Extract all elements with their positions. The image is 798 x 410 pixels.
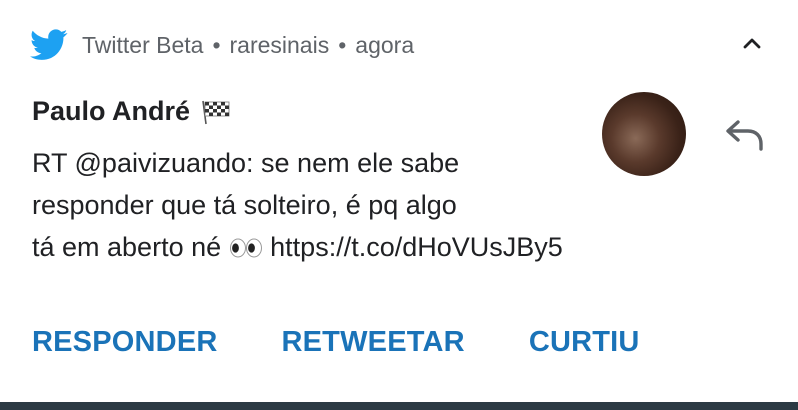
- tweet-link[interactable]: https://t.co/dHoVUsJBy5: [270, 232, 563, 262]
- header-separator: •: [338, 31, 347, 58]
- bottom-divider: [0, 402, 798, 410]
- timestamp: agora: [355, 31, 415, 58]
- action-bar: RESPONDER RETWEETAR CURTIU: [32, 326, 704, 359]
- header-separator: •: [212, 31, 221, 58]
- message-line: RT @paivizuando: se nem ele sabe: [32, 148, 460, 178]
- app-name: Twitter Beta: [82, 31, 204, 58]
- avatar: [602, 92, 686, 176]
- retweet-button[interactable]: RETWEETAR: [282, 326, 465, 359]
- sender-name: Paulo André: [32, 96, 191, 126]
- reply-arrow-icon[interactable]: [724, 118, 766, 152]
- message-line: tá em aberto né https://t.co/dHoVUsJBy5: [32, 226, 692, 268]
- twitter-bird-icon: [30, 29, 68, 60]
- account-name: raresinais: [229, 31, 330, 58]
- checkered-flag-icon: [202, 100, 230, 124]
- message-fragment: tá em aberto né: [32, 232, 222, 262]
- message-line: responder que tá solteiro, é pq algo: [32, 190, 457, 220]
- message-text: RT @paivizuando: se nem ele sabe respond…: [32, 142, 692, 268]
- sender-row: Paulo André: [32, 96, 232, 127]
- eyes-emoji-icon: [229, 238, 262, 258]
- notification-card[interactable]: Twitter Beta • raresinais • agora Paulo …: [0, 0, 798, 402]
- like-button[interactable]: CURTIU: [529, 326, 640, 359]
- reply-button[interactable]: RESPONDER: [32, 326, 218, 359]
- notification-header: Twitter Beta • raresinais • agora: [30, 28, 414, 62]
- chevron-up-icon[interactable]: [742, 36, 762, 50]
